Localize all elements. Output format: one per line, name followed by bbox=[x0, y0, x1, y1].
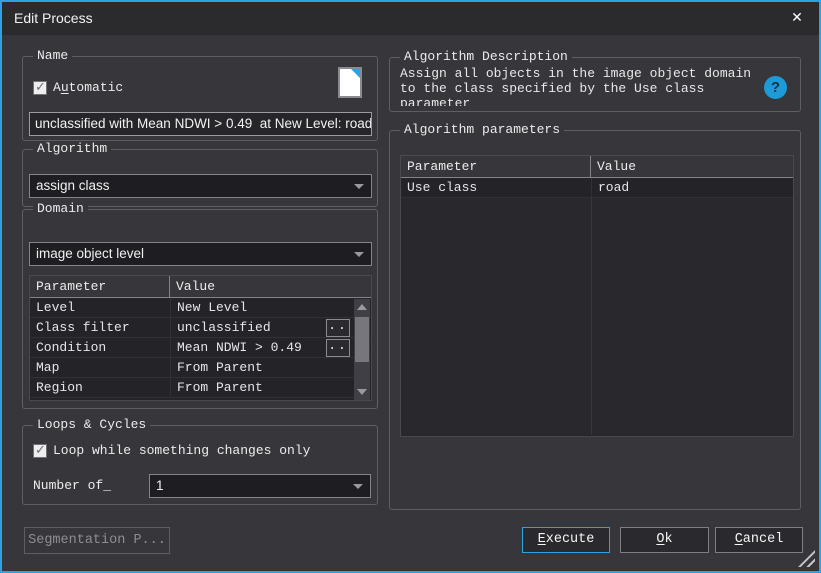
algorithm-group-label: Algorithm bbox=[33, 141, 111, 156]
parameters-group-label: Algorithm parameters bbox=[400, 122, 564, 137]
domain-table-row[interactable]: LevelNew Level bbox=[30, 298, 371, 318]
scroll-up-icon[interactable] bbox=[354, 299, 370, 314]
parameter-cell: Region bbox=[30, 378, 170, 398]
domain-table-body: LevelNew LevelClass filterunclassified..… bbox=[30, 298, 371, 398]
close-icon[interactable]: ✕ bbox=[787, 8, 807, 28]
parameter-cell: Class filter bbox=[30, 318, 170, 338]
domain-table-row[interactable]: RegionFrom Parent bbox=[30, 378, 371, 398]
parameter-cell: Level bbox=[30, 298, 170, 318]
name-group: Name Automatic unclassified with Mean ND… bbox=[22, 56, 378, 141]
execute-button[interactable]: Execute bbox=[522, 527, 610, 553]
value-cell: New Level bbox=[170, 298, 353, 318]
description-group-label: Algorithm Description bbox=[400, 49, 572, 64]
domain-group: Domain image object level Parameter Valu… bbox=[22, 209, 378, 409]
help-icon[interactable]: ? bbox=[764, 76, 787, 99]
parameters-table-header: Parameter Value bbox=[401, 156, 793, 178]
domain-select[interactable]: image object level bbox=[29, 242, 372, 266]
parameters-table-body: Use classroad bbox=[401, 178, 793, 198]
parameters-table-empty-area bbox=[401, 198, 793, 435]
scrollbar-thumb[interactable] bbox=[355, 317, 369, 362]
ok-button[interactable]: Ok bbox=[620, 527, 709, 553]
name-group-label: Name bbox=[33, 48, 72, 63]
edit-process-dialog: Edit Process ✕ Name Automatic unclassifi… bbox=[0, 0, 821, 573]
loop-while-checkbox[interactable] bbox=[33, 444, 47, 458]
loop-while-checkbox-label: Loop while something changes only bbox=[53, 443, 310, 458]
parameter-cell: Use class bbox=[401, 178, 591, 198]
ellipsis-button[interactable]: .. bbox=[326, 339, 350, 357]
domain-table-row[interactable]: Class filterunclassified.. bbox=[30, 318, 371, 338]
automatic-checkbox[interactable] bbox=[33, 81, 47, 95]
parameter-cell: Map bbox=[30, 358, 170, 378]
algorithm-parameters-group: Algorithm parameters Parameter Value Use… bbox=[389, 130, 801, 510]
loops-cycles-group: Loops & Cycles Loop while something chan… bbox=[22, 425, 378, 505]
parameters-header-value: Value bbox=[591, 156, 793, 178]
algorithm-selected-value: assign class bbox=[36, 175, 110, 197]
cancel-button[interactable]: Cancel bbox=[715, 527, 803, 553]
domain-group-label: Domain bbox=[33, 201, 88, 216]
number-of-select[interactable]: 1 bbox=[149, 474, 371, 498]
chevron-down-icon bbox=[354, 184, 364, 189]
chevron-down-icon bbox=[354, 252, 364, 257]
domain-table-scrollbar[interactable] bbox=[354, 299, 370, 400]
loops-group-label: Loops & Cycles bbox=[33, 417, 150, 432]
value-cell: From Parent bbox=[170, 378, 353, 398]
domain-header-value: Value bbox=[170, 276, 371, 298]
domain-table-row[interactable]: MapFrom Parent bbox=[30, 358, 371, 378]
value-cell: road bbox=[591, 178, 793, 198]
domain-parameters-table: Parameter Value LevelNew LevelClass filt… bbox=[29, 275, 372, 401]
domain-selected-value: image object level bbox=[36, 243, 144, 265]
number-of-label: Number of_ bbox=[33, 478, 111, 493]
scroll-down-icon[interactable] bbox=[354, 385, 370, 400]
process-name-input[interactable]: unclassified with Mean NDWI > 0.49 at Ne… bbox=[29, 112, 372, 136]
number-of-value: 1 bbox=[156, 475, 164, 497]
segmentation-preview-button: Segmentation P... bbox=[24, 527, 170, 554]
domain-table-header: Parameter Value bbox=[30, 276, 371, 298]
domain-table-row[interactable]: ConditionMean NDWI > 0.49.. bbox=[30, 338, 371, 358]
value-cell: From Parent bbox=[170, 358, 353, 378]
domain-header-parameter: Parameter bbox=[30, 276, 170, 298]
algorithm-parameters-table: Parameter Value Use classroad bbox=[400, 155, 794, 437]
algorithm-description-text: Assign all objects in the image object d… bbox=[400, 66, 752, 106]
algorithm-description-group: Algorithm Description Assign all objects… bbox=[389, 57, 801, 112]
algorithm-group: Algorithm assign class bbox=[22, 149, 378, 207]
algorithm-select[interactable]: assign class bbox=[29, 174, 372, 198]
page-fold-icon bbox=[351, 69, 360, 78]
column-divider bbox=[591, 198, 592, 435]
parameter-cell: Condition bbox=[30, 338, 170, 358]
new-document-icon[interactable] bbox=[338, 67, 362, 98]
parameters-table-row[interactable]: Use classroad bbox=[401, 178, 793, 198]
dialog-title: Edit Process bbox=[14, 2, 93, 35]
ellipsis-button[interactable]: .. bbox=[326, 319, 350, 337]
chevron-down-icon bbox=[353, 484, 363, 489]
automatic-checkbox-label: Automatic bbox=[53, 80, 123, 95]
parameters-header-parameter: Parameter bbox=[401, 156, 591, 178]
titlebar: Edit Process ✕ bbox=[2, 2, 819, 35]
